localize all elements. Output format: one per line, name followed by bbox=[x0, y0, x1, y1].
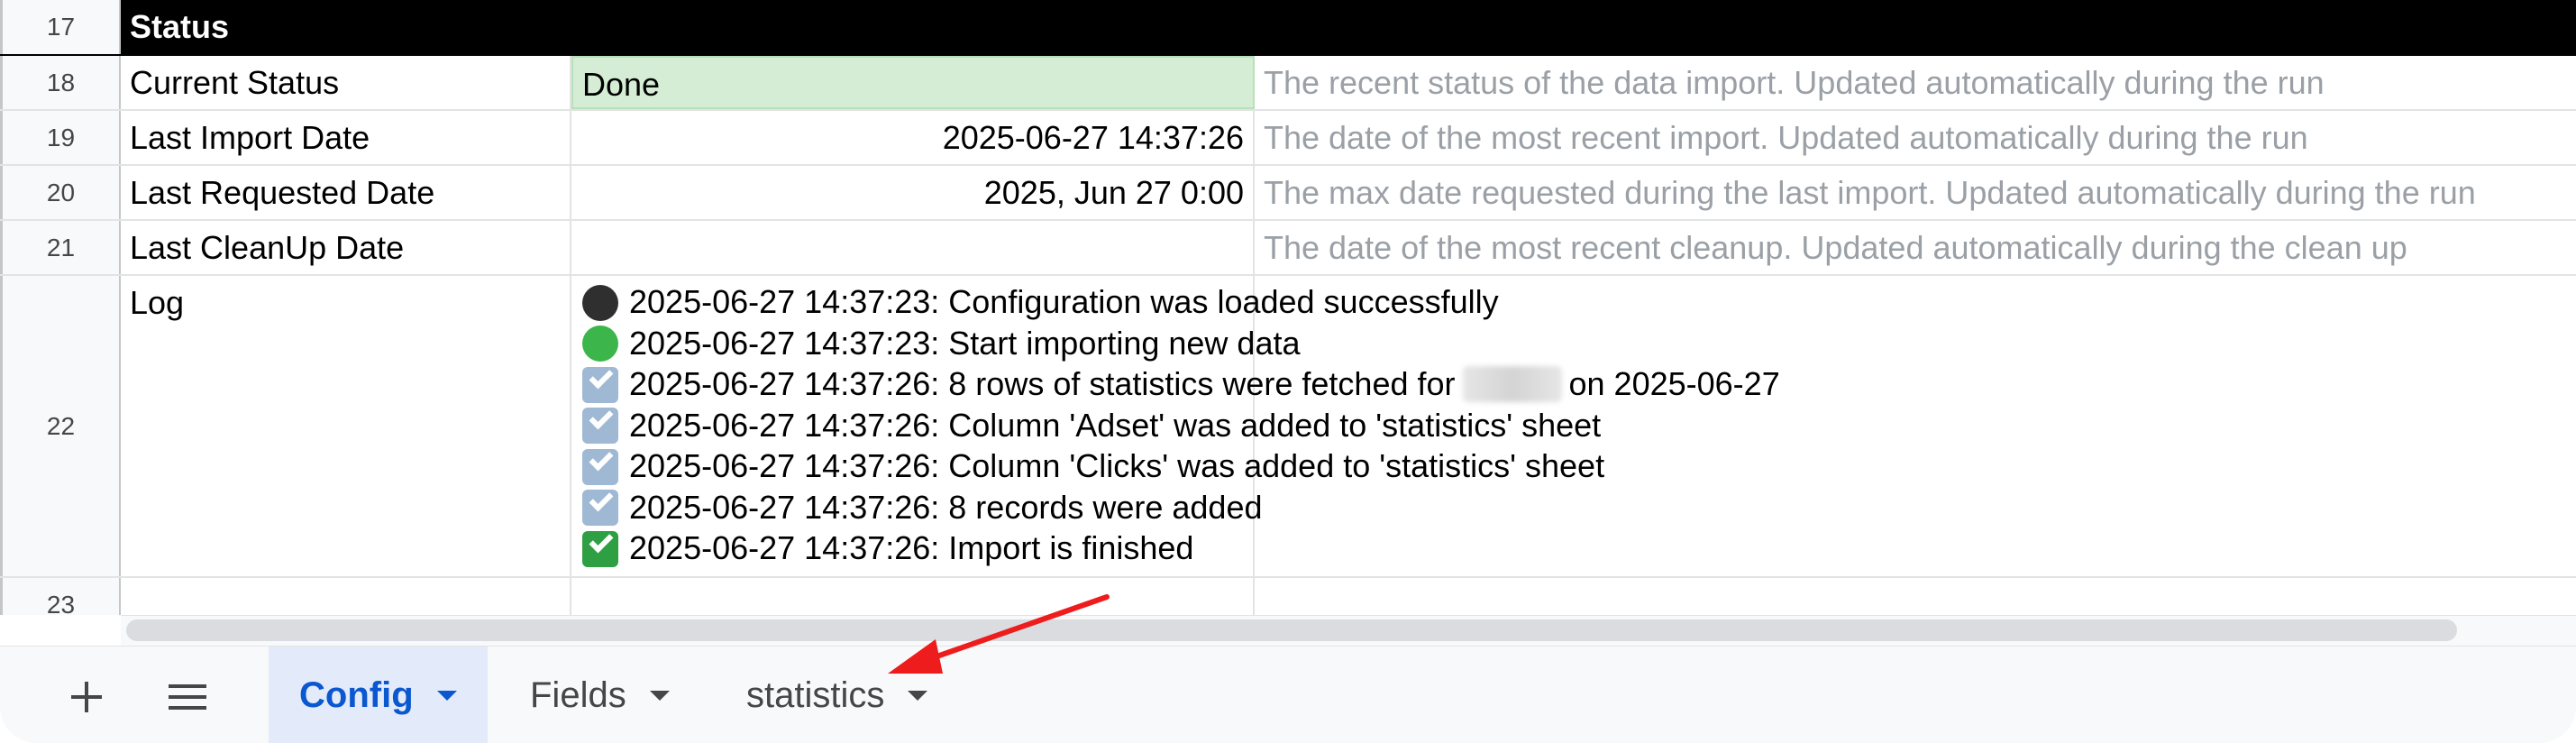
row-header-17[interactable]: 17 bbox=[0, 0, 121, 54]
row-21: 21 Last CleanUp Date The date of the mos… bbox=[0, 221, 2576, 276]
sheet-tab-bar: Config Fields statistics bbox=[0, 646, 2576, 743]
sheet-tab-fields[interactable]: Fields bbox=[499, 647, 700, 743]
log-line-text: 2025-06-27 14:37:23: Start importing new… bbox=[629, 324, 1301, 362]
row-17: 17 Status bbox=[0, 0, 2576, 56]
row-19: 19 Last Import Date 2025-06-27 14:37:26 … bbox=[0, 111, 2576, 166]
last-cleanup-date-value[interactable] bbox=[571, 221, 1255, 274]
row-18: 18 Current Status Done The recent status… bbox=[0, 56, 2576, 111]
plus-icon bbox=[71, 682, 102, 712]
ballot-box-check-icon bbox=[580, 487, 620, 527]
status-section-header[interactable]: Status bbox=[121, 0, 2576, 54]
cell-c23[interactable] bbox=[1255, 578, 2576, 615]
chevron-down-icon[interactable] bbox=[908, 690, 928, 701]
row-22: 22 Log 2025-06-27 14:37:23: Configuratio… bbox=[0, 276, 2576, 578]
spreadsheet-window: 17 Status 18 Current Status Done The rec… bbox=[0, 0, 2576, 743]
row-23: 23 bbox=[0, 578, 2576, 615]
last-requested-date-value[interactable]: 2025, Jun 27 0:00 bbox=[571, 166, 1255, 219]
current-status-description[interactable]: The recent status of the data import. Up… bbox=[1255, 56, 2576, 109]
sheet-tab-statistics[interactable]: statistics bbox=[716, 647, 958, 743]
last-cleanup-date-description[interactable]: The date of the most recent cleanup. Upd… bbox=[1255, 221, 2576, 274]
ballot-box-check-icon bbox=[580, 405, 620, 445]
last-requested-date-label[interactable]: Last Requested Date bbox=[121, 166, 571, 219]
log-description-cell[interactable] bbox=[1255, 276, 2576, 576]
sheet-tab-label: Config bbox=[299, 674, 414, 715]
last-import-date-description[interactable]: The date of the most recent import. Upda… bbox=[1255, 111, 2576, 164]
horizontal-scrollbar[interactable] bbox=[121, 615, 2576, 646]
sheet-grid: 17 Status 18 Current Status Done The rec… bbox=[0, 0, 2576, 615]
log-line-text: 2025-06-27 14:37:26: 8 records were adde… bbox=[629, 488, 1263, 526]
last-import-date-label[interactable]: Last Import Date bbox=[121, 111, 571, 164]
last-import-date-value[interactable]: 2025-06-27 14:37:26 bbox=[571, 111, 1255, 164]
ballot-box-check-icon bbox=[580, 446, 620, 485]
sheet-tab-label: Fields bbox=[530, 674, 626, 715]
black-circle-icon bbox=[580, 284, 620, 321]
scrollbar-thumb[interactable] bbox=[126, 619, 2457, 641]
log-cell[interactable]: 2025-06-27 14:37:23: Configuration was l… bbox=[571, 276, 1780, 576]
sheet-tab-label: statistics bbox=[746, 674, 885, 715]
current-status-value[interactable]: Done bbox=[571, 56, 1255, 109]
row-header-23[interactable]: 23 bbox=[0, 578, 121, 615]
row-header-18[interactable]: 18 bbox=[0, 56, 121, 109]
chevron-down-icon[interactable] bbox=[436, 690, 457, 701]
ballot-box-check-icon bbox=[580, 364, 620, 403]
cell-b23[interactable] bbox=[571, 578, 1255, 615]
chevron-down-icon[interactable] bbox=[649, 690, 670, 701]
row-header-19[interactable]: 19 bbox=[0, 111, 121, 164]
log-label[interactable]: Log bbox=[121, 276, 571, 576]
green-check-mark-icon bbox=[580, 528, 620, 567]
hamburger-menu-icon bbox=[169, 684, 206, 710]
row-header-20[interactable]: 20 bbox=[0, 166, 121, 219]
green-circle-icon bbox=[580, 325, 620, 362]
sheet-tab-config[interactable]: Config bbox=[269, 647, 488, 743]
last-cleanup-date-label[interactable]: Last CleanUp Date bbox=[121, 221, 571, 274]
cell-a23[interactable] bbox=[121, 578, 571, 615]
add-sheet-button[interactable] bbox=[49, 659, 124, 735]
last-requested-date-description[interactable]: The max date requested during the last i… bbox=[1255, 166, 2576, 219]
all-sheets-button[interactable] bbox=[150, 659, 225, 735]
row-header-22[interactable]: 22 bbox=[0, 276, 121, 576]
log-line-text: 2025-06-27 14:37:26: Import is finished bbox=[629, 529, 1194, 566]
row-header-21[interactable]: 21 bbox=[0, 221, 121, 274]
row-20: 20 Last Requested Date 2025, Jun 27 0:00… bbox=[0, 166, 2576, 221]
current-status-label[interactable]: Current Status bbox=[121, 56, 571, 109]
